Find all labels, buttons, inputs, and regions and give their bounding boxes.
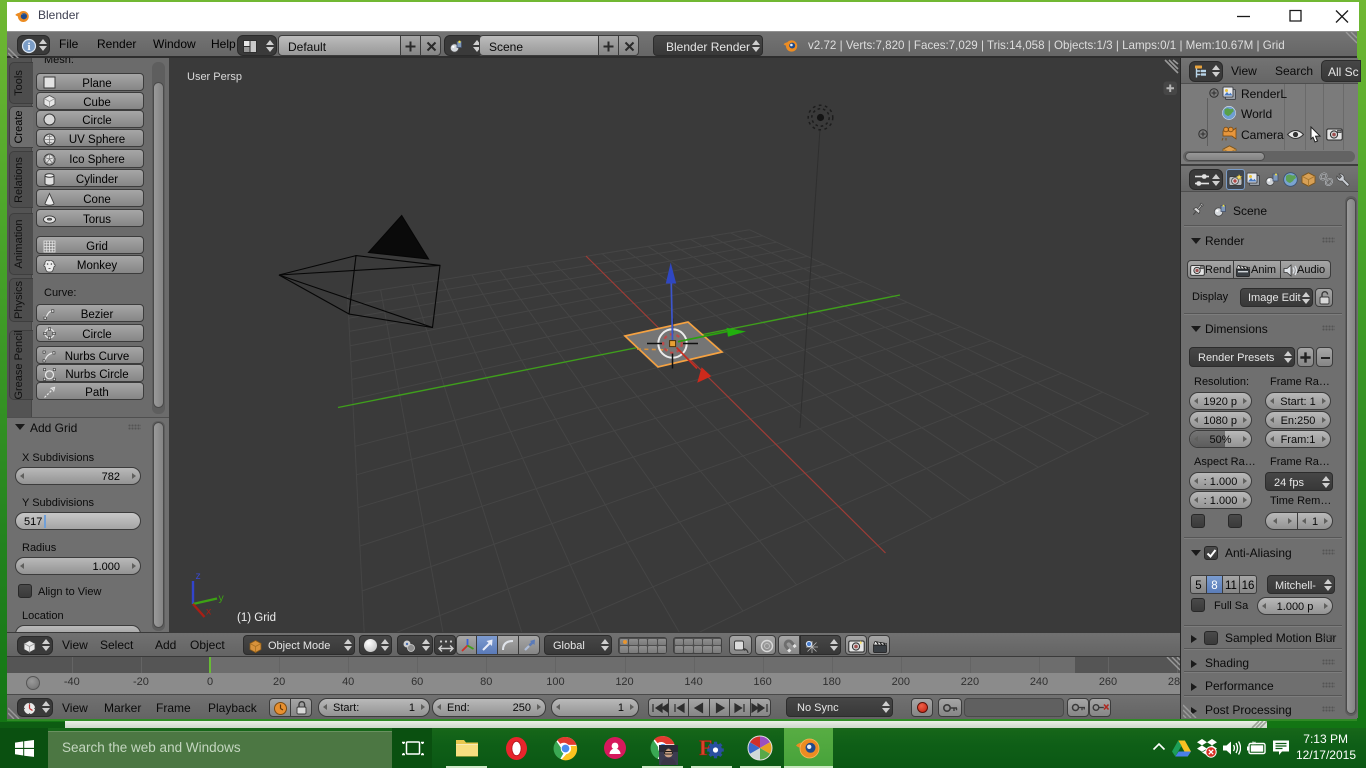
svg-text:x: x (206, 606, 212, 618)
svg-text:z: z (196, 570, 201, 582)
svg-text:(1) Grid: (1) Grid (237, 612, 276, 624)
svg-text:y: y (219, 592, 225, 604)
svg-text:i: i (27, 41, 30, 53)
svg-text:User Persp: User Persp (187, 71, 242, 83)
